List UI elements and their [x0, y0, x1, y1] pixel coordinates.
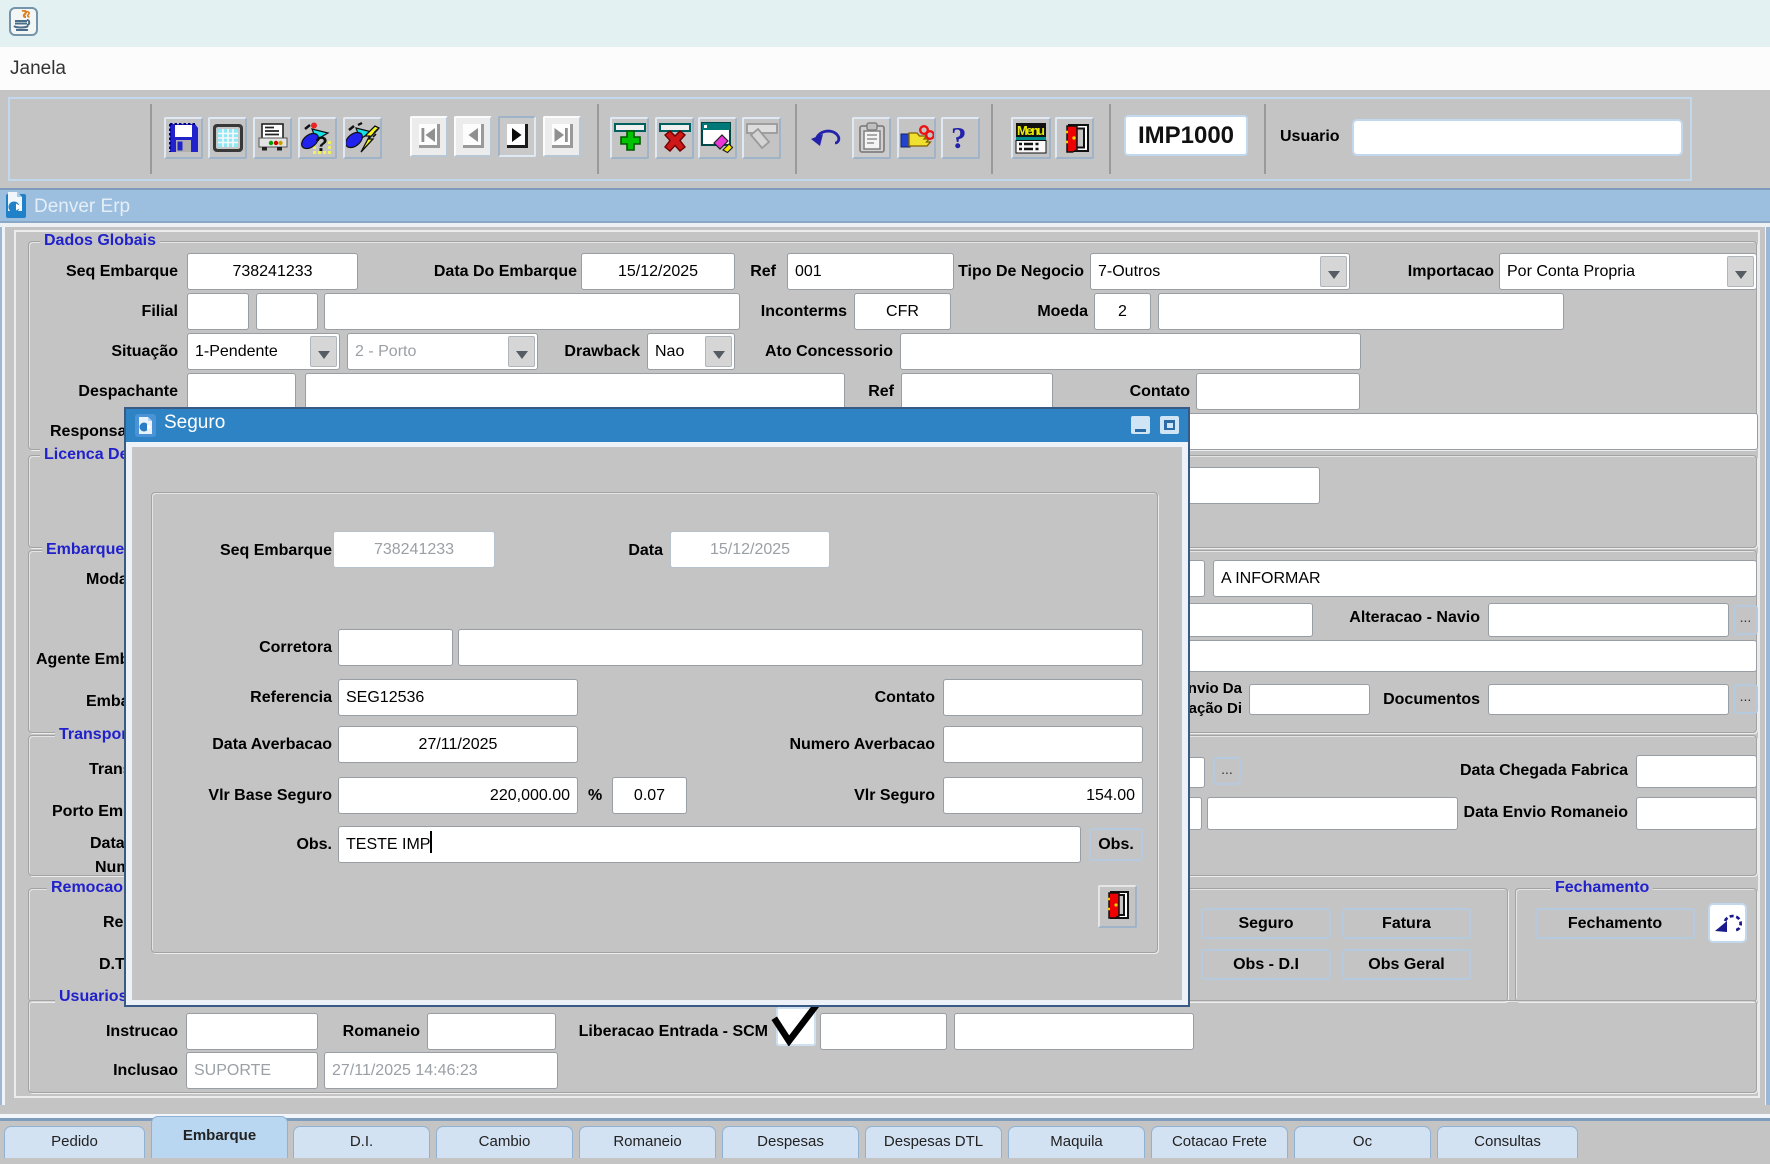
svg-text:?: ? — [315, 133, 328, 155]
svg-text:Menu: Menu — [1017, 123, 1045, 138]
svg-text:?: ? — [951, 121, 967, 155]
